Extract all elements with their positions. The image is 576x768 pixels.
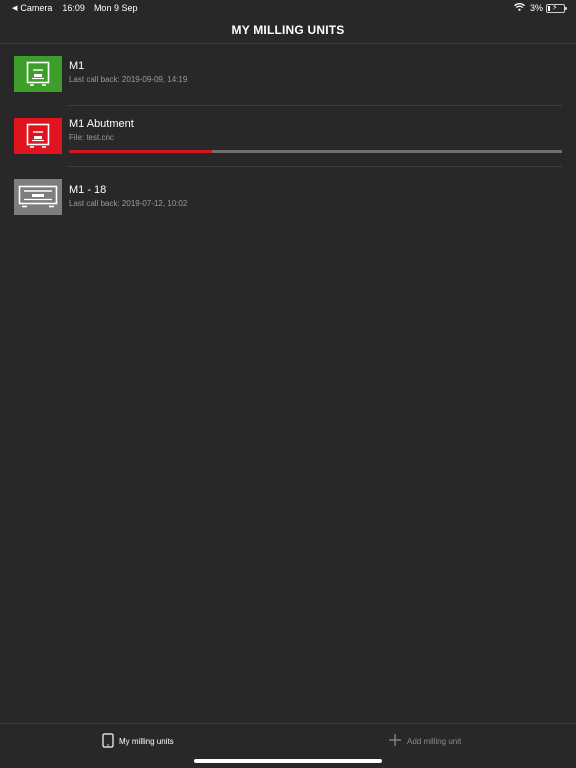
status-time: 16:09 xyxy=(62,3,85,13)
battery-icon: ⚡ xyxy=(546,2,567,13)
navigation-bar: MY MILLING UNITS xyxy=(0,16,576,44)
unit-name: M1 - 18 xyxy=(69,184,107,196)
milling-machine-wide-icon xyxy=(14,179,62,215)
tab-add-milling-unit-label: Add milling unit xyxy=(407,736,462,746)
back-to-app-icon[interactable]: ◀ xyxy=(12,4,17,12)
tab-my-milling-units-label: My milling units xyxy=(119,736,174,746)
status-right: 3% ⚡ xyxy=(514,2,567,13)
unit-file: File: test.cnc xyxy=(69,133,114,142)
unit-last-callback: Last call back: 2019-07-12, 10:02 xyxy=(69,199,188,208)
charging-bolt-icon: ⚡ xyxy=(552,2,558,12)
home-indicator[interactable] xyxy=(194,759,382,763)
job-progress-bar xyxy=(69,150,562,153)
battery-percent: 3% xyxy=(529,3,543,13)
unit-last-callback: Last call back: 2019-09-09, 14:19 xyxy=(69,75,188,84)
status-bar: ◀ Camera 16:09 Mon 9 Sep 3% ⚡ xyxy=(0,0,576,16)
list-item-unit-m1[interactable]: M1 Last call back: 2019-09-09, 14:19 xyxy=(0,44,576,106)
unit-name: M1 xyxy=(69,60,85,72)
list-item-unit-m1-18[interactable]: M1 - 18 Last call back: 2019-07-12, 10:0… xyxy=(0,167,576,229)
battery-level xyxy=(548,5,550,11)
job-progress-fill xyxy=(69,150,212,153)
tablet-icon xyxy=(102,732,114,750)
back-to-app-label[interactable]: Camera xyxy=(20,3,52,13)
plus-icon xyxy=(388,733,402,749)
tab-add-milling-unit[interactable]: Add milling unit xyxy=(388,733,461,749)
unit-name: M1 Abutment xyxy=(69,118,134,130)
milling-machine-icon xyxy=(14,56,62,92)
wifi-icon xyxy=(514,3,525,13)
page-title: MY MILLING UNITS xyxy=(231,23,345,37)
milling-machine-icon xyxy=(14,118,62,154)
status-date: Mon 9 Sep xyxy=(93,3,138,13)
tab-my-milling-units[interactable]: My milling units xyxy=(102,732,174,750)
status-left: ◀ Camera 16:09 Mon 9 Sep xyxy=(12,3,137,13)
list-item-unit-m1-abutment[interactable]: M1 Abutment File: test.cnc xyxy=(0,106,576,168)
